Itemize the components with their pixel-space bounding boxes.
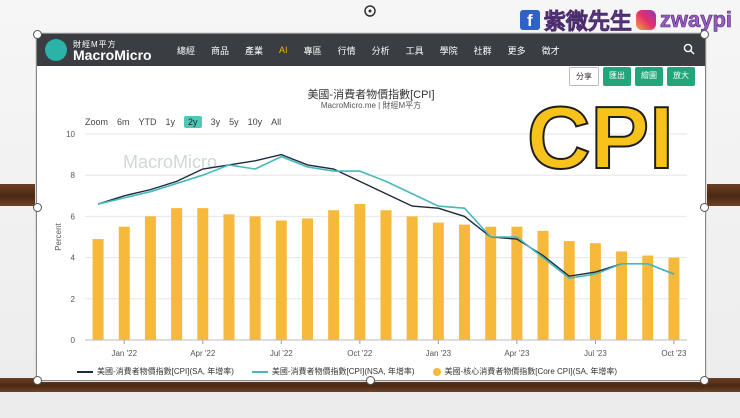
y-axis-label: Percent (54, 222, 63, 250)
resize-handle-bm[interactable] (366, 376, 375, 385)
resize-handle-tr[interactable] (700, 30, 709, 39)
x-tick-label: Jul '22 (270, 349, 293, 358)
bar-core-cpi (642, 255, 654, 340)
bar-core-cpi (589, 243, 601, 340)
bar-core-cpi (249, 216, 261, 340)
bar-core-cpi (301, 218, 313, 340)
rotate-handle-icon[interactable] (363, 4, 377, 18)
bar-core-cpi (485, 226, 497, 340)
bar-core-cpi (511, 226, 523, 340)
cpi-chart: 0 2 4 6 8 10 Percent Jan '22 Apr '22 Jul '22 Oct '… (54, 130, 687, 358)
y-tick-label: 2 (71, 295, 76, 304)
x-tick-label: Jul '23 (584, 349, 607, 358)
bar-core-cpi (380, 210, 392, 340)
bar-core-cpi (328, 210, 340, 340)
bar-core-cpi (171, 208, 183, 340)
bar-core-cpi (459, 224, 471, 340)
y-tick-label: 6 (71, 212, 76, 221)
x-tick-label: Jan '22 (111, 349, 137, 358)
y-tick-label: 8 (71, 171, 76, 180)
x-tick-label: Apr '22 (190, 349, 216, 358)
legend-swatch (77, 370, 93, 373)
instagram-icon[interactable] (635, 10, 656, 30)
resize-handle-ml[interactable] (33, 203, 42, 212)
bar-core-cpi (197, 208, 209, 340)
legend-item[interactable]: 美國-消費者物價指數[CPI](NSA, 年增率) (251, 366, 415, 377)
legend-label: 美國-消費者物價指數[CPI](SA, 年增率) (97, 367, 234, 376)
resize-handle-mr[interactable] (700, 203, 709, 212)
bar-core-cpi (118, 226, 130, 340)
x-tick-label: Jan '23 (426, 349, 452, 358)
legend-swatch (432, 367, 441, 376)
y-tick-label: 10 (66, 130, 75, 139)
bar-core-cpi (432, 222, 444, 340)
x-tick-label: Apr '23 (504, 349, 530, 358)
y-tick-label: 4 (71, 254, 76, 263)
cpi-overlay-title: CPI (526, 88, 675, 187)
x-tick-label: Oct '22 (347, 349, 373, 358)
legend-item[interactable]: 美國-消費者物價指數[CPI](SA, 年增率) (77, 366, 234, 377)
x-tick-label: Oct '23 (661, 349, 687, 358)
author-name: 紫微先生 (543, 9, 633, 35)
author-handle: zwaypi (659, 7, 733, 33)
bar-core-cpi (563, 241, 575, 340)
bar-core-cpi (223, 214, 235, 340)
bar-core-cpi (406, 216, 418, 340)
y-tick-label: 0 (71, 336, 76, 345)
resize-handle-br[interactable] (700, 376, 709, 385)
facebook-icon[interactable]: f (519, 10, 540, 30)
legend-item[interactable]: 美國-核心消費者物價指數[Core CPI](SA, 年增率) (432, 366, 618, 377)
legend-label: 美國-消費者物價指數[CPI](NSA, 年增率) (271, 367, 415, 376)
resize-handle-tl[interactable] (33, 30, 42, 39)
bar-core-cpi (354, 204, 366, 340)
bar-core-cpi (537, 230, 549, 340)
bar-core-cpi (668, 257, 680, 340)
bar-core-cpi (275, 220, 287, 340)
chart-legend: 美國-消費者物價指數[CPI](SA, 年增率) 美國-消費者物價指數[CPI](… (77, 366, 635, 377)
bar-core-cpi (144, 216, 156, 340)
resize-handle-bl[interactable] (33, 376, 42, 385)
chart-frame: 財經M平方 MacroMicro 總經 商品 產業 AI 專區 行情 分析 工具 學院 社群 更多徵… (36, 33, 706, 381)
legend-swatch (251, 370, 268, 373)
legend-label: 美國-核心消費者物價指數[Core CPI](SA, 年增率) (444, 367, 618, 376)
bar-core-cpi (92, 239, 104, 340)
